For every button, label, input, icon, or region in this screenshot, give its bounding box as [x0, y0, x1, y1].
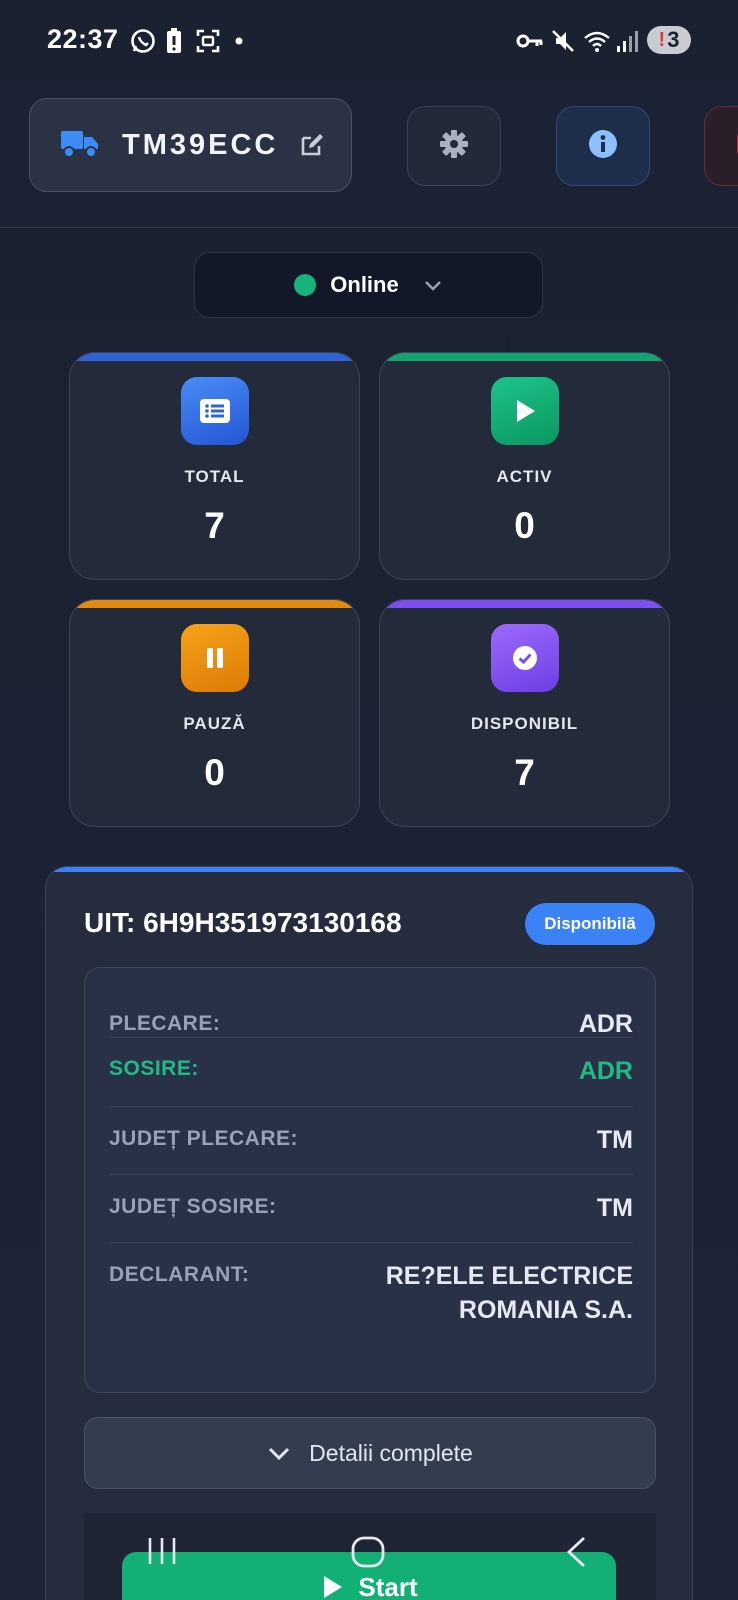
- status-time: 22:37: [47, 24, 119, 54]
- app-header: TM39ECC: [0, 82, 738, 228]
- card-accent: [70, 353, 359, 361]
- notification-badge: ! 3: [647, 26, 691, 54]
- list-icon: [181, 377, 249, 445]
- uit-title: UIT: 6H9H351973130168: [84, 907, 402, 938]
- chevron-down-icon: [423, 278, 443, 292]
- check-circle-icon: [491, 624, 559, 692]
- stat-value: 0: [514, 505, 535, 546]
- play-icon: [491, 377, 559, 445]
- app-screen: 22:37 ! 3 TM39ECC Online TOTAL 7 ACTIV 0…: [0, 0, 738, 1600]
- settings-button[interactable]: [407, 106, 501, 186]
- detail-row-departure-county: JUDEȚ PLECARE: TM: [109, 1107, 633, 1175]
- full-details-label: Detalii complete: [309, 1439, 473, 1466]
- truck-icon: [60, 127, 100, 164]
- detail-label: SOSIRE:: [109, 1057, 199, 1080]
- detail-value: TM: [596, 1126, 633, 1154]
- detail-value: ADR: [578, 1010, 633, 1038]
- wifi-icon: [583, 28, 611, 54]
- detail-value-line2: ROMANIA S.A.: [458, 1296, 633, 1324]
- detail-label: PLECARE:: [109, 1012, 221, 1035]
- screenshot-icon: [196, 28, 220, 54]
- recent-apps-button[interactable]: [146, 1536, 178, 1566]
- signal-icon: [615, 28, 639, 54]
- detail-row-declarant: DECLARANT: RE?ELE ELECTRICE ROMANIA S.A.: [109, 1243, 633, 1373]
- card-accent: [380, 353, 669, 361]
- status-badge: Disponibilă: [525, 903, 655, 945]
- card-accent: [46, 867, 692, 872]
- stat-label: DISPONIBIL: [470, 714, 579, 733]
- uit-details: PLECARE: ADR SOSIRE: ADR JUDEȚ PLECARE: …: [84, 967, 656, 1393]
- stat-label: TOTAL: [184, 467, 245, 486]
- info-button[interactable]: [556, 106, 650, 186]
- detail-value: TM: [596, 1194, 633, 1222]
- battery-saver-icon: [166, 28, 182, 54]
- mute-icon: [551, 28, 575, 54]
- stat-card-active[interactable]: ACTIV 0: [379, 352, 670, 580]
- home-button[interactable]: [351, 1536, 385, 1568]
- detail-label: DECLARANT:: [109, 1263, 250, 1286]
- pause-icon: [181, 624, 249, 692]
- chevron-down-icon: [267, 1445, 291, 1461]
- whatsapp-icon: [130, 28, 156, 54]
- stat-value: 0: [204, 752, 225, 793]
- gear-icon: [438, 128, 470, 165]
- detail-row-departure: PLECARE: ADR: [109, 968, 633, 1038]
- detail-value-line1: RE?ELE ELECTRICE: [385, 1262, 633, 1290]
- vpn-key-icon: [516, 28, 544, 54]
- detail-value: ADR: [578, 1057, 633, 1085]
- stat-card-available[interactable]: DISPONIBIL 7: [379, 599, 670, 827]
- uit-card: UIT: 6H9H351973130168 Disponibilă PLECAR…: [45, 866, 693, 1600]
- detail-label: JUDEȚ SOSIRE:: [109, 1195, 277, 1218]
- dot-icon: [234, 28, 244, 54]
- status-dot: [294, 274, 317, 296]
- connection-status-dropdown[interactable]: Online: [194, 252, 543, 318]
- logout-button[interactable]: [704, 106, 738, 186]
- stat-card-total[interactable]: TOTAL 7: [69, 352, 360, 580]
- detail-label: JUDEȚ PLECARE:: [109, 1127, 299, 1150]
- stat-label: ACTIV: [496, 467, 553, 486]
- alert-icon: !: [658, 28, 666, 51]
- vehicle-selector[interactable]: TM39ECC: [29, 98, 352, 192]
- stat-label: PAUZĂ: [183, 714, 246, 733]
- stat-value: 7: [204, 505, 225, 546]
- info-icon: [587, 128, 619, 165]
- status-bar: 22:37 ! 3: [0, 0, 738, 82]
- detail-row-arrival-county: JUDEȚ SOSIRE: TM: [109, 1175, 633, 1243]
- vehicle-plate: TM39ECC: [122, 128, 279, 161]
- card-accent: [70, 600, 359, 608]
- detail-row-arrival: SOSIRE: ADR: [109, 1038, 633, 1107]
- back-button[interactable]: [564, 1536, 588, 1568]
- edit-icon[interactable]: [300, 133, 324, 157]
- full-details-button[interactable]: Detalii complete: [84, 1417, 656, 1489]
- system-nav-bar: [0, 1500, 738, 1600]
- stat-card-pause[interactable]: PAUZĂ 0: [69, 599, 360, 827]
- card-accent: [380, 600, 669, 608]
- status-label: Online: [330, 272, 399, 297]
- stat-value: 7: [514, 752, 535, 793]
